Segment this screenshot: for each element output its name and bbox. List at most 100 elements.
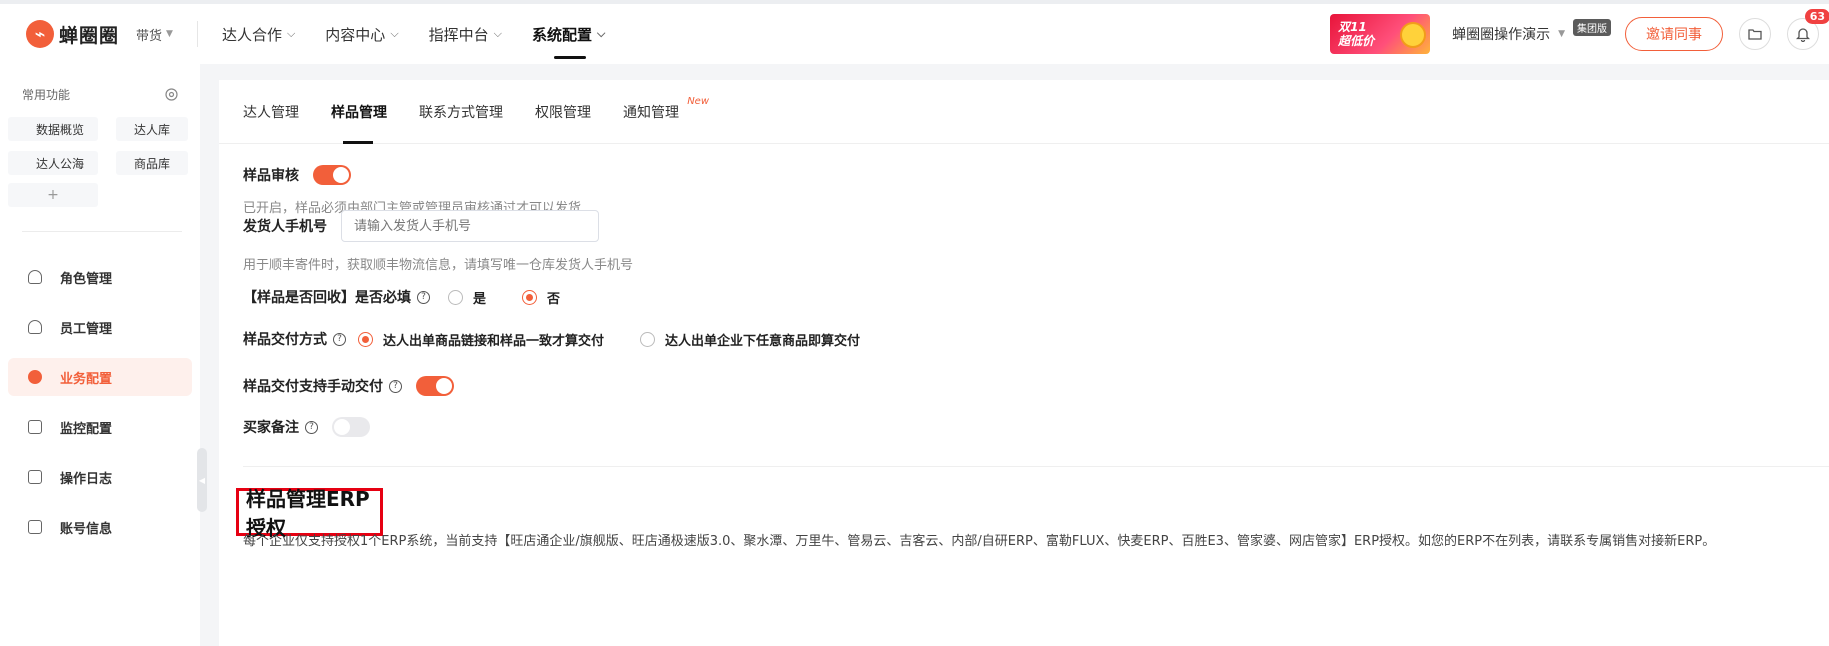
buyer-note-toggle[interactable] [332, 417, 370, 437]
radio-no[interactable]: 否 [522, 288, 560, 307]
chevron-down-icon: ⌵ [597, 27, 606, 40]
account-icon [28, 520, 42, 534]
nav-label: 达人合作 [221, 25, 282, 44]
option-label: 达人出单企业下任意商品即算交付 [665, 333, 861, 349]
tab-permission-management[interactable]: 权限管理 [535, 80, 591, 144]
tab-sample-management[interactable]: 样品管理 [331, 80, 387, 144]
radio-circle [522, 289, 538, 305]
manual-delivery-label: 样品交付支持手动交付 ? [243, 376, 454, 396]
notification-button[interactable]: 63 [1787, 9, 1829, 50]
tab-talent-management[interactable]: 达人管理 [243, 80, 299, 144]
radio-delivery-any[interactable]: 达人出单企业下任意商品即算交付 [640, 330, 860, 349]
sidebar-item-label: 监控配置 [60, 421, 113, 437]
label-text: 样品审核 [243, 168, 299, 184]
favorite-product-library[interactable]: 商品库 [116, 151, 188, 175]
radio-yes[interactable]: 是 [448, 288, 486, 307]
chevron-down-icon: ⌵ [390, 27, 399, 40]
delivery-method-label: 样品交付方式 ? 达人出单商品链接和样品一致才算交付 达人出单企业下任意商品即算… [243, 329, 860, 349]
sidebar-divider [22, 231, 182, 232]
promo-banner[interactable]: 双11 超低价 [1330, 14, 1431, 54]
chevron-down-icon: ⌵ [286, 27, 296, 40]
sidebar-item-operation-log[interactable]: 操作日志 [8, 458, 192, 496]
account-menu[interactable]: 蝉圈圈操作演示 ▼ [1452, 24, 1565, 44]
new-tag: New [687, 95, 709, 107]
radio-circle [448, 289, 463, 305]
monitor-icon [28, 420, 42, 434]
nav-label: 系统配置 [532, 25, 593, 44]
recycle-required-label: 【样品是否回收】是否必填 ? 是 否 [243, 287, 560, 307]
top-right-area: 双11 超低价 蝉圈圈操作演示 ▼ 集团版 邀请同事 63 [1330, 4, 1829, 64]
help-icon[interactable]: ? [333, 332, 346, 346]
sidebar: 常用功能 数据概览 达人库 达人公海 商品库 + 角色管理 员工管理 业务配置 … [0, 64, 200, 646]
sample-review-row: 样品审核 已开启，样品必须由部门主管或管理员审核通过才可以发货 [243, 165, 581, 216]
section-divider [243, 466, 1829, 467]
tab-notification-management[interactable]: 通知管理 New [623, 80, 709, 144]
settings-icon[interactable] [165, 88, 178, 101]
logo[interactable]: ⌁ 蝉圈圈 [26, 20, 122, 48]
sidebar-item-label: 操作日志 [60, 471, 113, 487]
option-label: 是 [473, 291, 487, 307]
favorites-header: 常用功能 [0, 64, 200, 103]
sidebar-item-business-config[interactable]: 业务配置 [8, 358, 192, 396]
chevron-left-icon: ◀ [198, 475, 206, 485]
top-bar: ⌁ 蝉圈圈 带货 ▼ 达人合作 ⌵ 内容中心 ⌵ 指挥中台 ⌵ 系统配置 ⌵ 双… [0, 0, 1829, 64]
scope-selector[interactable]: 带货 ▼ [136, 25, 173, 44]
label-text: 样品交付方式 [243, 332, 327, 348]
bell-icon [1796, 27, 1810, 42]
sidebar-item-label: 角色管理 [60, 271, 113, 287]
caret-down-icon: ▼ [166, 29, 173, 39]
favorites-grid: 数据概览 达人库 达人公海 商品库 [0, 103, 200, 175]
favorite-talent-pool[interactable]: 达人公海 [8, 151, 98, 175]
sidebar-item-staff[interactable]: 员工管理 [8, 308, 192, 346]
sample-review-label: 样品审核 [243, 165, 581, 185]
nav-item-content-center[interactable]: 内容中心 ⌵ [325, 4, 398, 64]
label-text: 买家备注 [243, 420, 299, 436]
main-nav: 达人合作 ⌵ 内容中心 ⌵ 指挥中台 ⌵ 系统配置 ⌵ [222, 4, 605, 64]
erp-description: 每个企业仅支持授权1个ERP系统，当前支持【旺店通企业/旗舰版、旺店通极速版3.… [243, 534, 1716, 549]
caret-down-icon: ▼ [1558, 29, 1565, 39]
sidebar-item-account-info[interactable]: 账号信息 [8, 508, 192, 546]
help-icon[interactable]: ? [417, 290, 430, 304]
nav-separator [196, 21, 198, 47]
sidebar-item-label: 业务配置 [60, 371, 113, 387]
users-icon [28, 320, 42, 334]
label-text: 发货人手机号 [243, 219, 327, 235]
radio-delivery-exact[interactable]: 达人出单商品链接和样品一致才算交付 [358, 330, 604, 349]
nav-item-command-center[interactable]: 指挥中台 ⌵ [429, 4, 502, 64]
invite-button[interactable]: 邀请同事 [1625, 17, 1723, 51]
add-favorite-button[interactable]: + [8, 183, 98, 207]
tab-bar: 达人管理 样品管理 联系方式管理 权限管理 通知管理 New [219, 80, 1829, 144]
help-icon[interactable]: ? [305, 420, 318, 434]
sidebar-item-label: 账号信息 [60, 521, 113, 537]
sidebar-item-label: 员工管理 [60, 321, 113, 337]
delivery-method-row: 样品交付方式 ? 达人出单商品链接和样品一致才算交付 达人出单企业下任意商品即算… [243, 329, 860, 349]
tab-contact-management[interactable]: 联系方式管理 [419, 80, 503, 144]
account-name: 蝉圈圈操作演示 [1452, 27, 1551, 43]
sample-review-toggle[interactable] [313, 165, 351, 185]
help-icon[interactable]: ? [389, 379, 402, 393]
label-text: 【样品是否回收】是否必填 [243, 290, 411, 306]
nav-item-system-config[interactable]: 系统配置 ⌵ [532, 4, 605, 64]
recycle-required-row: 【样品是否回收】是否必填 ? 是 否 [243, 287, 560, 307]
manual-delivery-toggle[interactable] [416, 376, 454, 396]
buyer-note-row: 买家备注 ? [243, 417, 370, 437]
sidebar-item-monitor-config[interactable]: 监控配置 [8, 408, 192, 446]
logo-text: 蝉圈圈 [59, 24, 120, 47]
nav-label: 内容中心 [325, 25, 386, 44]
nav-item-talent-cooperation[interactable]: 达人合作 ⌵ [222, 4, 295, 64]
shipper-phone-label: 发货人手机号 [243, 210, 633, 242]
tab-label: 通知管理 [623, 104, 679, 121]
edit-log-icon [28, 470, 42, 484]
settings-icon [28, 370, 42, 384]
sidebar-item-roles[interactable]: 角色管理 [8, 258, 192, 296]
option-label: 否 [547, 291, 561, 307]
buyer-note-label: 买家备注 ? [243, 417, 370, 437]
shipper-phone-input[interactable] [341, 210, 599, 242]
sidebar-collapse-handle[interactable]: ◀ [197, 448, 207, 512]
notification-badge: 63 [1804, 9, 1829, 24]
nav-label: 指挥中台 [428, 25, 489, 44]
favorite-data-overview[interactable]: 数据概览 [8, 117, 98, 141]
radio-circle [358, 331, 373, 347]
folder-button[interactable] [1739, 18, 1771, 50]
favorite-talent-library[interactable]: 达人库 [116, 117, 188, 141]
